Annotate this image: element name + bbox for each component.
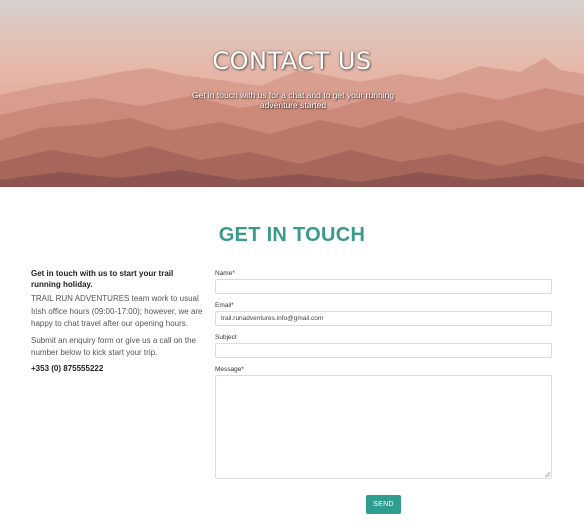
subject-field[interactable] — [215, 343, 552, 358]
section-title: GET IN TOUCH — [218, 224, 366, 246]
contact-info: Get in touch with us to start your trail… — [31, 268, 203, 373]
hero-banner: CONTACT US Get in touch with us for a ch… — [0, 0, 584, 187]
hero-title: CONTACT US — [212, 47, 372, 75]
hero-subtitle: Get in touch with us for a chat and to g… — [191, 90, 395, 110]
email-field[interactable]: trail.runadventures.info@gmail.com — [215, 311, 552, 326]
contact-enquiry-text: Submit an enquiry form or give us a call… — [31, 335, 196, 358]
contact-hours-text: TRAIL RUN ADVENTURES team work to usual … — [31, 294, 203, 328]
message-label: Message* — [215, 366, 244, 373]
resize-handle-icon[interactable] — [544, 471, 550, 477]
send-button[interactable]: SEND — [366, 495, 401, 514]
contact-phone: +353 (0) 875555222 — [31, 363, 104, 373]
name-field[interactable] — [215, 279, 552, 294]
subject-label: Subject — [215, 334, 237, 341]
contact-lead: Get in touch with us to start your trail… — [31, 269, 174, 289]
name-label: Name* — [215, 270, 235, 277]
message-textarea[interactable] — [215, 375, 552, 479]
email-label: Email* — [215, 302, 234, 309]
